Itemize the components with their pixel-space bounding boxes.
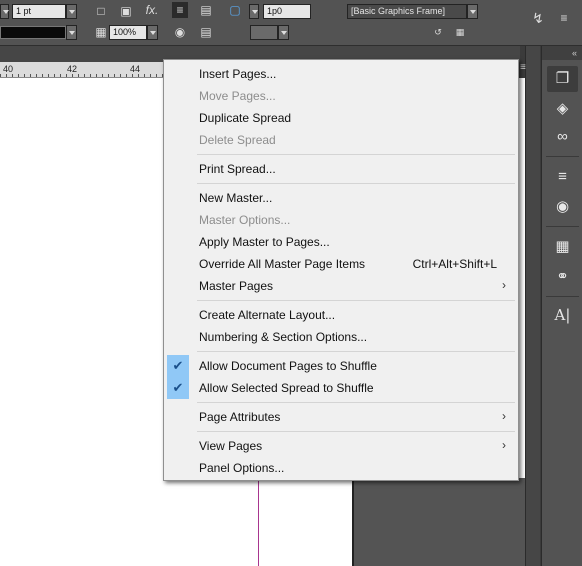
checkmark-icon: ✔ [167, 355, 189, 377]
object-style-field[interactable]: [Basic Graphics Frame] [347, 4, 467, 19]
menu-item[interactable]: Insert Pages... [166, 63, 516, 85]
corner-shape-dropdown[interactable] [278, 25, 289, 40]
ruler-tick-label: 42 [67, 64, 78, 74]
menu-item[interactable]: Numbering & Section Options... [166, 326, 516, 348]
menu-item: Delete Spread [166, 129, 516, 151]
transparency-icon: ▦ [95, 25, 107, 39]
menu-item-label: Print Spread... [199, 162, 276, 176]
menu-item: Move Pages... [166, 85, 516, 107]
stroke-icon[interactable]: ≡ [547, 164, 578, 190]
collapse-dock-button[interactable]: « [542, 46, 582, 60]
menu-item-label: Apply Master to Pages... [199, 235, 330, 249]
menu-item[interactable]: Panel Options... [166, 457, 516, 479]
layers-icon[interactable]: ◈ [547, 96, 578, 122]
menu-item-label: View Pages [199, 439, 263, 453]
checkmark-icon: ✔ [167, 377, 189, 399]
submenu-arrow-icon: › [502, 438, 506, 452]
offset-field[interactable]: 1p0 [263, 4, 311, 19]
menu-item-label: Panel Options... [199, 461, 285, 475]
menu-item[interactable]: Create Alternate Layout... [166, 304, 516, 326]
menu-item-label: Insert Pages... [199, 67, 277, 81]
corner-shape-swatch[interactable] [250, 25, 278, 40]
menu-item[interactable]: Master Pages › [166, 275, 516, 297]
opacity-dropdown[interactable] [147, 25, 158, 40]
text-wrap-bounding-icon[interactable]: ▤ [198, 2, 214, 18]
cc-libraries-icon[interactable]: ⚭ [547, 264, 578, 290]
pages-icon[interactable]: ❐ [547, 66, 578, 92]
text-wrap-jump-icon[interactable]: ▤ [198, 24, 214, 40]
menu-separator [197, 183, 515, 184]
submenu-arrow-icon: › [502, 409, 506, 423]
pages-panel-menu: Insert Pages... Move Pages... Duplicate Sp… [163, 59, 519, 481]
stroke-weight-stepper[interactable] [0, 4, 9, 19]
menu-separator [197, 300, 515, 301]
control-bar: 1 pt □ ▣ fx. ▦ 100% ≡ ▤ ◉ ▤ ▢ 1p0 [Basic… [0, 0, 582, 46]
quick-apply-icon[interactable]: ↯ [530, 10, 546, 26]
menu-separator [197, 154, 515, 155]
menu-item-label: Numbering & Section Options... [199, 330, 368, 344]
menu-item[interactable]: Print Spread... [166, 158, 516, 180]
menu-item[interactable]: ✔ Allow Selected Spread to Shuffle [166, 377, 516, 399]
clear-overrides-icon[interactable]: ↺ [430, 24, 446, 40]
pasteboard-area [352, 478, 525, 566]
menu-item[interactable]: Override All Master Page Items Ctrl+Alt+S… [166, 253, 516, 275]
submenu-arrow-icon: › [502, 278, 506, 292]
menu-separator [197, 351, 515, 352]
page-guide [258, 478, 259, 566]
menu-item[interactable]: Apply Master to Pages... [166, 231, 516, 253]
menu-item-label: Allow Document Pages to Shuffle [199, 359, 377, 373]
indesign-window: 1 pt □ ▣ fx. ▦ 100% ≡ ▤ ◉ ▤ ▢ 1p0 [Basic… [0, 0, 582, 566]
menu-separator [197, 402, 515, 403]
horizontal-ruler: 40 42 44 [0, 62, 170, 78]
text-wrap-shape-icon[interactable]: ◉ [172, 24, 188, 40]
style-options-icon[interactable]: ▦ [452, 24, 468, 40]
menu-item[interactable]: Duplicate Spread [166, 107, 516, 129]
pages-panel-strip[interactable] [525, 46, 540, 566]
menu-item[interactable]: New Master... [166, 187, 516, 209]
panel-dock: « ❐ ◈ ∞ ≡ ◉ ▦ ⚭ A| [541, 46, 582, 566]
menu-item-label: Override All Master Page Items [199, 257, 366, 271]
dock-divider [546, 156, 579, 157]
menu-item: Master Options... [166, 209, 516, 231]
menu-item-label: Master Options... [199, 213, 291, 227]
table-icon[interactable]: ▦ [547, 234, 578, 260]
menu-item[interactable]: Page Attributes › [166, 406, 516, 428]
stroke-type-swatch[interactable] [0, 26, 66, 39]
menu-item-label: Move Pages... [199, 89, 276, 103]
stroke-weight-field[interactable]: 1 pt [12, 4, 66, 19]
character-styles-icon[interactable]: A| [547, 302, 578, 328]
stroke-type-dropdown[interactable] [66, 25, 77, 40]
menu-separator [197, 431, 515, 432]
stroke-weight-dropdown[interactable] [66, 4, 77, 19]
text-wrap-none-icon[interactable]: ≡ [172, 2, 188, 18]
object-style-dropdown[interactable] [467, 4, 478, 19]
corner-options-icon[interactable]: ▢ [227, 2, 243, 18]
menu-item-label: Create Alternate Layout... [199, 308, 336, 322]
ruler-tick-label: 44 [130, 64, 141, 74]
menu-item-label: Duplicate Spread [199, 111, 292, 125]
control-panel-menu-icon[interactable]: ≡ [556, 10, 572, 26]
menu-item-label: Delete Spread [199, 133, 276, 147]
dock-divider [546, 296, 579, 297]
opacity-field[interactable]: 100% [109, 25, 147, 40]
menu-item-label: New Master... [199, 191, 273, 205]
menu-item-label: Master Pages [199, 279, 274, 293]
dock-divider [546, 226, 579, 227]
menu-item-shortcut: Ctrl+Alt+Shift+L [412, 257, 497, 271]
menu-item[interactable]: ✔ Allow Document Pages to Shuffle [166, 355, 516, 377]
menu-item[interactable]: View Pages › [166, 435, 516, 457]
effects-icon[interactable]: fx. [144, 2, 160, 18]
offset-stepper[interactable] [249, 4, 259, 19]
panel-menu-icon[interactable]: ≡ [520, 62, 540, 76]
swatches-icon[interactable]: ◉ [547, 194, 578, 220]
links-icon[interactable]: ∞ [547, 124, 578, 150]
menu-item-label: Allow Selected Spread to Shuffle [199, 381, 374, 395]
frame-select-icon[interactable]: □ [93, 3, 109, 19]
drop-shadow-icon[interactable]: ▣ [118, 3, 134, 19]
ruler-tick-label: 40 [3, 64, 14, 74]
menu-item-label: Page Attributes [199, 410, 281, 424]
